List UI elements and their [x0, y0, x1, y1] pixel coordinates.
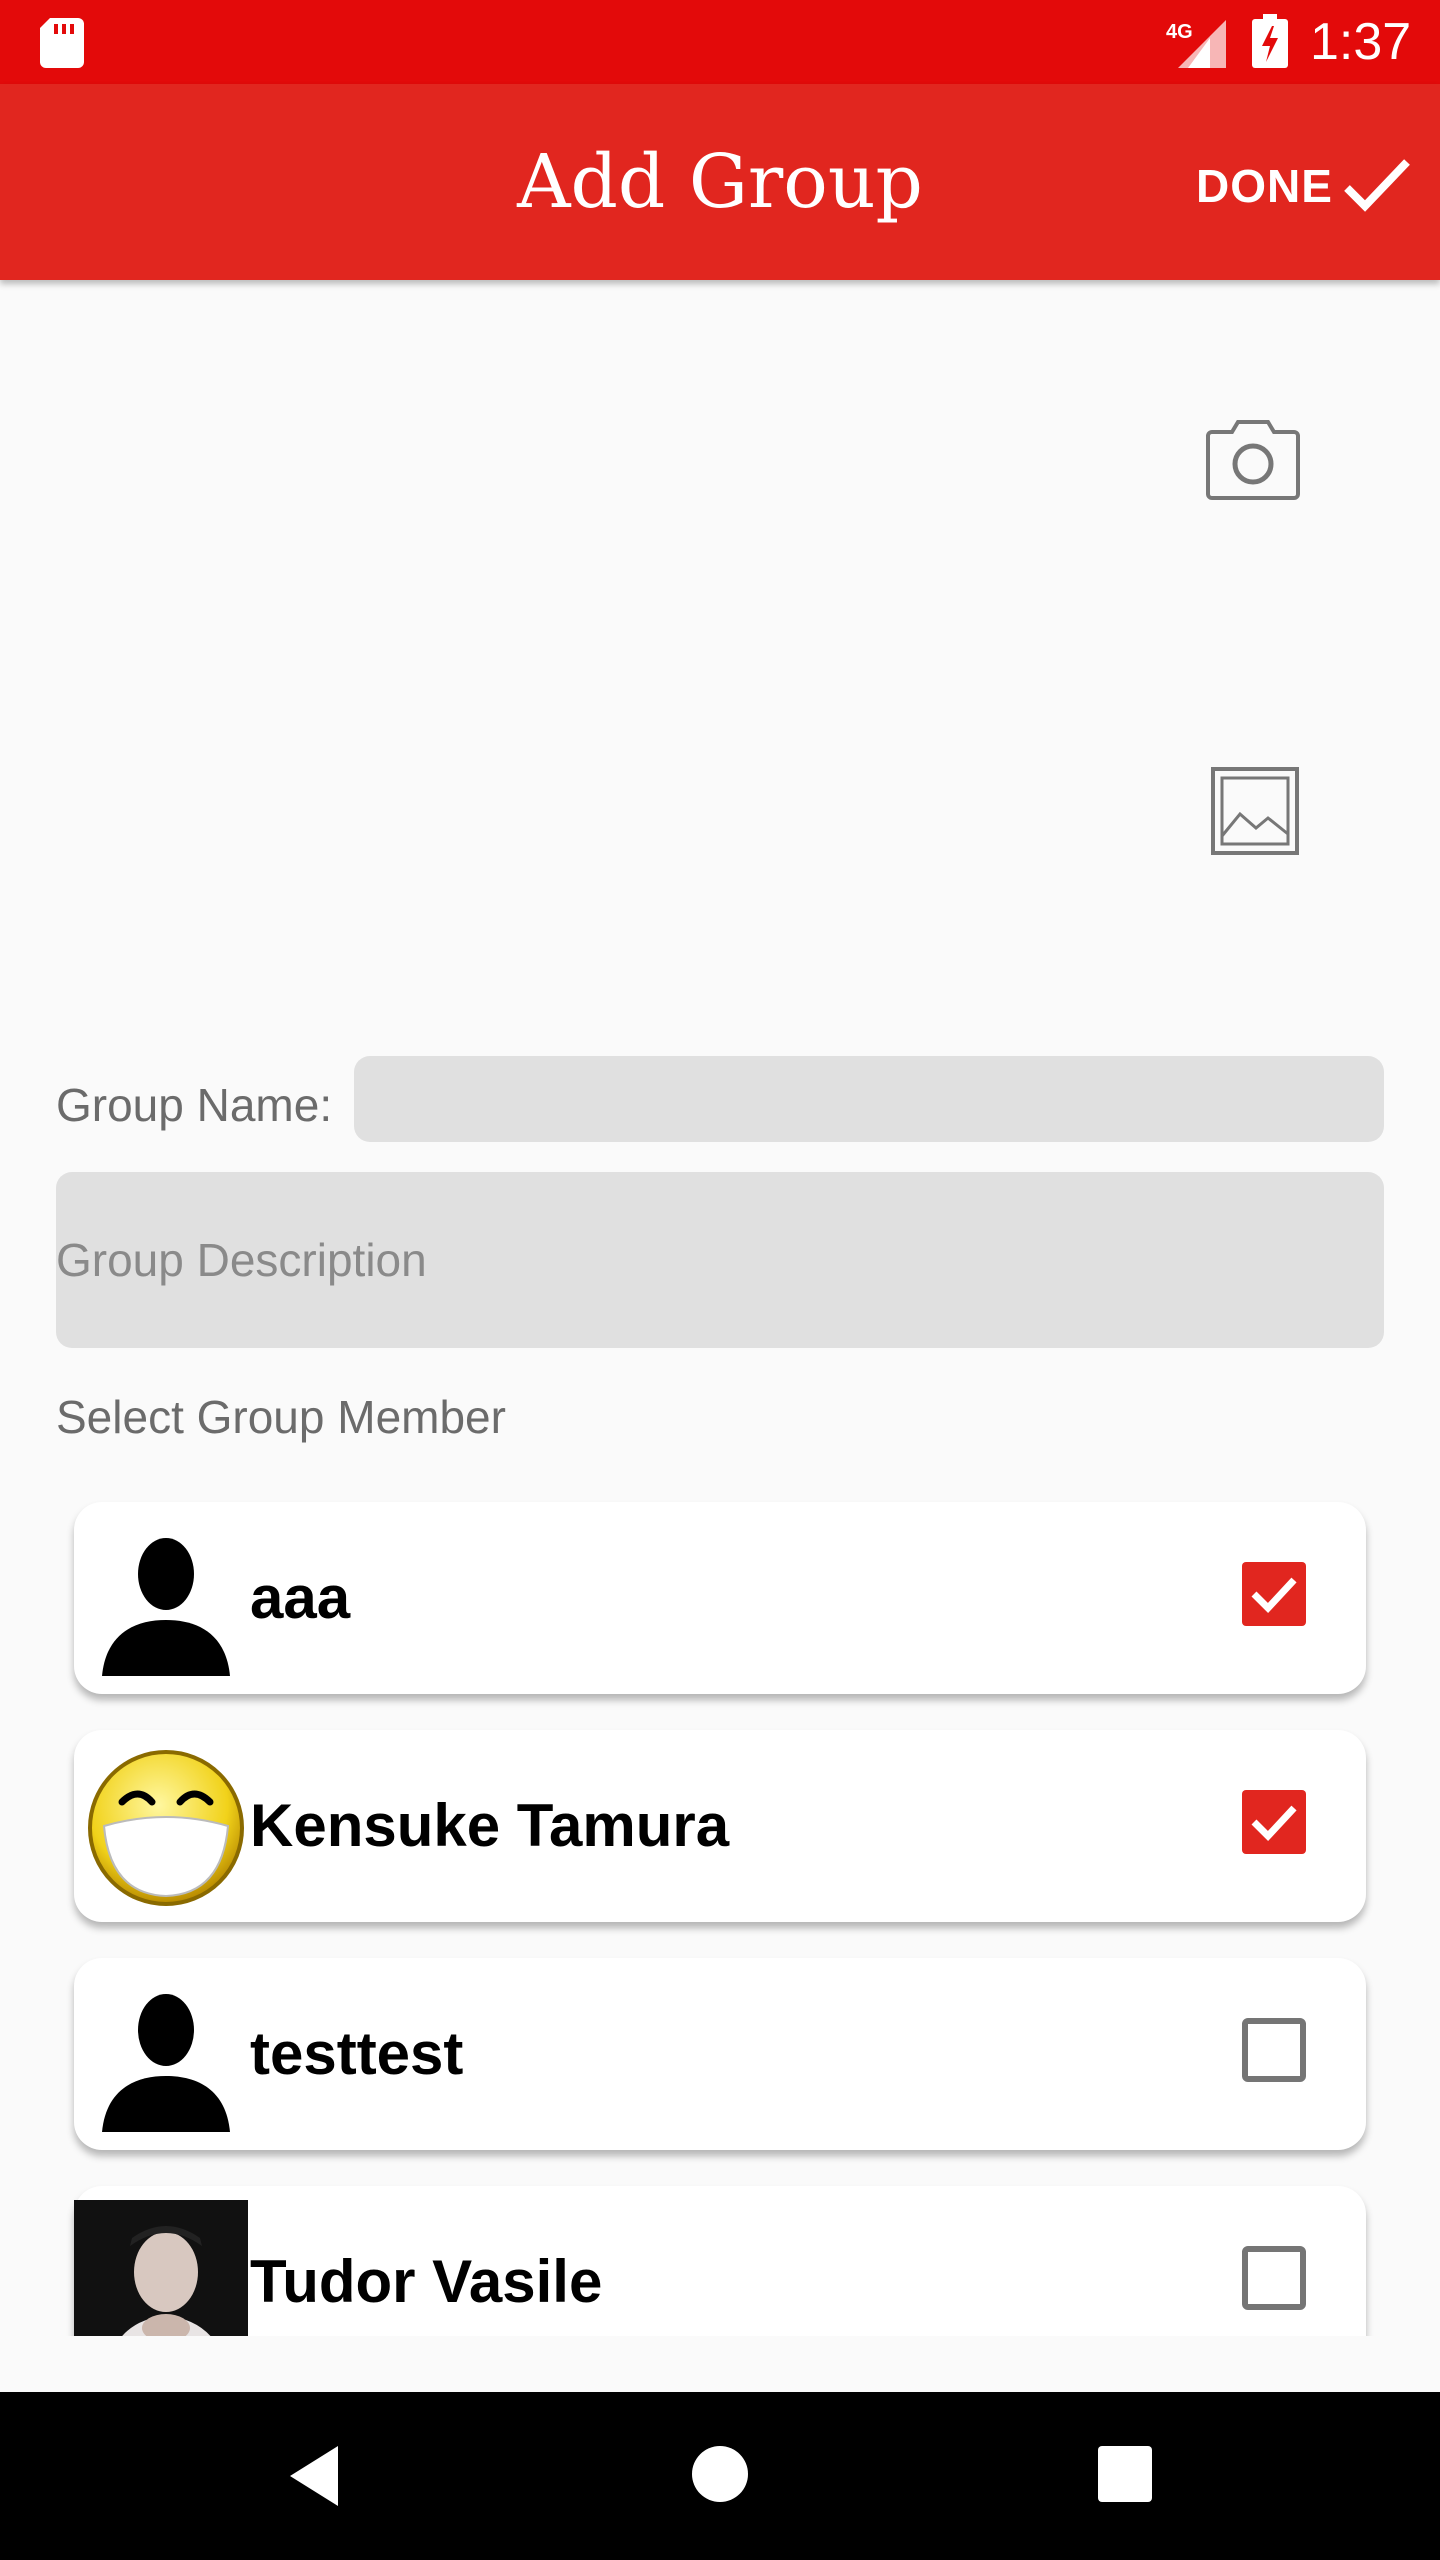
sd-card-icon	[40, 18, 84, 68]
navigation-bar	[0, 2392, 1440, 2560]
group-name-input[interactable]	[354, 1056, 1384, 1142]
member-row[interactable]: Kensuke Tamura	[74, 1730, 1366, 1922]
battery-charging-icon	[1252, 14, 1288, 68]
checkbox-checked[interactable]	[1242, 1562, 1306, 1626]
member-name: aaa	[250, 1564, 351, 1631]
member-row[interactable]: Tudor Vasile	[74, 2186, 1366, 2336]
member-row[interactable]: testtest	[74, 1958, 1366, 2150]
gallery-icon[interactable]	[1210, 766, 1300, 856]
checkbox-unchecked[interactable]	[1242, 2246, 1306, 2310]
app-bar: Add Group DONE	[0, 84, 1440, 280]
member-row[interactable]: aaa	[74, 1502, 1366, 1694]
checkbox-checked[interactable]	[1242, 1790, 1306, 1854]
checkmark-icon	[1344, 159, 1410, 212]
camera-icon[interactable]	[1206, 418, 1300, 500]
clock: 1:37	[1310, 13, 1412, 71]
done-label: DONE	[1196, 160, 1333, 212]
recents-icon[interactable]	[1098, 2446, 1152, 2502]
back-icon[interactable]	[286, 2444, 342, 2508]
done-button[interactable]: DONE	[1196, 144, 1411, 228]
default-avatar-icon	[102, 1994, 230, 2132]
signal-icon: 4G	[1166, 20, 1226, 68]
home-icon[interactable]	[690, 2444, 750, 2504]
group-name-label: Group Name:	[56, 1079, 333, 1131]
member-name: Tudor Vasile	[250, 2248, 603, 2315]
default-avatar-icon	[102, 1538, 230, 1676]
photo-avatar	[74, 2200, 248, 2336]
member-name: Kensuke Tamura	[250, 1792, 730, 1859]
member-name: testtest	[250, 2020, 464, 2087]
status-bar: 4G 1:37	[0, 0, 1440, 84]
network-type: 4G	[1166, 21, 1193, 43]
smiley-avatar-icon	[88, 1750, 244, 1906]
checkbox-unchecked[interactable]	[1242, 2018, 1306, 2082]
group-description-input[interactable]	[56, 1172, 1384, 1348]
member-list[interactable]: aaa Kensuke Tamura testtest Tudor Vasile	[0, 1480, 1440, 2336]
select-member-label: Select Group Member	[56, 1391, 506, 1443]
